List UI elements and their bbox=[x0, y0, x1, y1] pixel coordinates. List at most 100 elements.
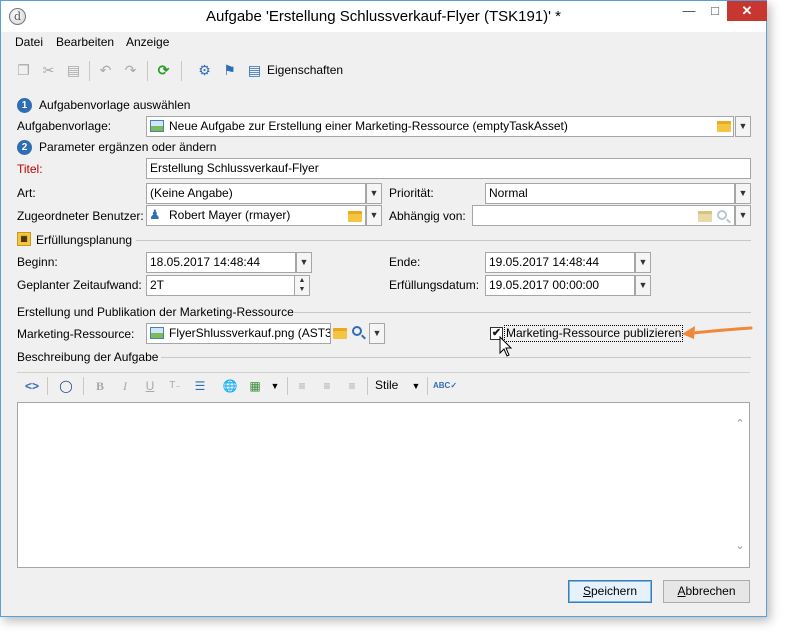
minimize-button[interactable]: — bbox=[676, 1, 702, 21]
description-editor[interactable]: ⌃ ⌄ bbox=[17, 402, 750, 568]
properties-icon[interactable]: ▤ bbox=[246, 62, 263, 79]
task-window: d Aufgabe 'Erstellung Schlussverkauf-Fly… bbox=[0, 0, 767, 617]
title-input[interactable]: Erstellung Schlussverkauf-Flyer bbox=[146, 158, 751, 179]
insert-image-icon[interactable]: ▦ bbox=[246, 377, 264, 395]
toolbar: ❐ ✂ ▤ ↶ ↷ ⟳ ⚙ ⚑ ▤ Eigenschaften bbox=[1, 53, 766, 87]
end-date-dropdown-button[interactable]: ▼ bbox=[635, 252, 651, 273]
toolbar-separator bbox=[181, 61, 182, 81]
resource-value: FlyerShlussverkauf.png (AST32 bbox=[169, 326, 331, 340]
start-label: Beginn: bbox=[17, 255, 58, 269]
type-select[interactable]: (Keine Angabe) bbox=[146, 183, 366, 204]
insert-link-icon[interactable]: 🌐 bbox=[221, 377, 239, 395]
priority-value: Normal bbox=[489, 186, 528, 200]
asset-template-icon bbox=[150, 120, 164, 132]
end-date-input[interactable]: 19.05.2017 14:48:44 bbox=[485, 252, 635, 273]
bold-icon[interactable]: B bbox=[91, 377, 109, 395]
align-left-icon[interactable]: ≡ bbox=[293, 377, 311, 395]
completion-label: Erfüllungsdatum: bbox=[389, 278, 480, 292]
paste-icon[interactable]: ▤ bbox=[65, 62, 82, 79]
annotation-arrow-icon bbox=[682, 326, 753, 339]
publish-checkbox-label[interactable]: Marketing-Ressource publizieren bbox=[504, 325, 684, 342]
step-2-badge: 2 bbox=[17, 140, 32, 155]
folder-icon[interactable] bbox=[698, 211, 712, 222]
planning-heading: Erfüllungsplanung bbox=[36, 233, 133, 247]
depends-field[interactable] bbox=[472, 205, 735, 226]
find-binoculars-icon[interactable]: ◯ bbox=[57, 377, 75, 395]
menu-anzeige[interactable]: Anzeige bbox=[126, 35, 169, 49]
depends-label: Abhängig von: bbox=[389, 209, 466, 223]
scroll-up-icon[interactable]: ⌃ bbox=[733, 417, 747, 431]
copy-icon[interactable]: ❐ bbox=[15, 62, 32, 79]
mouse-cursor-icon bbox=[499, 336, 513, 357]
cancel-button[interactable]: Abbrechen bbox=[663, 580, 750, 603]
italic-icon[interactable]: I bbox=[116, 377, 134, 395]
spellcheck-icon[interactable]: ABC✓ bbox=[433, 377, 457, 395]
toolbar-separator bbox=[427, 377, 428, 395]
effort-label: Geplanter Zeitaufwand: bbox=[17, 278, 142, 292]
section-divider bbox=[136, 240, 751, 241]
properties-button-label[interactable]: Eigenschaften bbox=[267, 63, 343, 77]
calendar-icon: ▦ bbox=[17, 232, 31, 246]
resource-dropdown-button[interactable]: ▼ bbox=[369, 323, 385, 344]
effort-spinner[interactable]: ▲ ▼ bbox=[294, 275, 310, 296]
bullet-list-icon[interactable]: ☰ bbox=[191, 377, 209, 395]
scroll-down-icon[interactable]: ⌄ bbox=[733, 539, 747, 553]
rich-text-toolbar: <> ◯ B I U T₋ ☰ 🌐 ▦ ▼ ≡ ≡ ≡ Stile ▼ ABC✓ bbox=[17, 372, 750, 398]
start-date-dropdown-button[interactable]: ▼ bbox=[296, 252, 312, 273]
close-button[interactable]: ✕ bbox=[727, 1, 767, 21]
refresh-icon[interactable]: ⟳ bbox=[155, 62, 172, 79]
template-field[interactable]: Neue Aufgabe zur Erstellung einer Market… bbox=[146, 116, 734, 137]
type-dropdown-button[interactable]: ▼ bbox=[366, 183, 382, 204]
start-date-input[interactable]: 18.05.2017 14:48:44 bbox=[146, 252, 296, 273]
search-icon[interactable] bbox=[352, 326, 362, 336]
redo-icon[interactable]: ↷ bbox=[122, 62, 139, 79]
assignee-dropdown-button[interactable]: ▼ bbox=[366, 205, 382, 226]
window-title: Aufgabe 'Erstellung Schlussverkauf-Flyer… bbox=[205, 8, 562, 25]
search-icon[interactable] bbox=[717, 210, 727, 220]
cut-icon[interactable]: ✂ bbox=[40, 62, 57, 79]
title-label: Titel: bbox=[17, 162, 43, 176]
toolbar-separator bbox=[287, 377, 288, 395]
menu-bar: Datei Bearbeiten Anzeige bbox=[1, 32, 766, 52]
template-dropdown-button[interactable]: ▼ bbox=[735, 116, 751, 137]
menu-bearbeiten[interactable]: Bearbeiten bbox=[56, 35, 114, 49]
toolbar-separator bbox=[83, 377, 84, 395]
align-center-icon[interactable]: ≡ bbox=[318, 377, 336, 395]
folder-icon[interactable] bbox=[333, 328, 347, 339]
template-value: Neue Aufgabe zur Erstellung einer Market… bbox=[169, 119, 568, 133]
image-dropdown-icon[interactable]: ▼ bbox=[266, 377, 284, 395]
title-bar[interactable]: d Aufgabe 'Erstellung Schlussverkauf-Fly… bbox=[1, 1, 767, 32]
user-icon: ♟ bbox=[149, 207, 161, 222]
title-value: Erstellung Schlussverkauf-Flyer bbox=[150, 161, 319, 175]
clear-format-icon[interactable]: T₋ bbox=[166, 377, 184, 395]
depends-dropdown-button[interactable]: ▼ bbox=[735, 205, 751, 226]
maximize-button[interactable]: □ bbox=[702, 1, 728, 21]
description-scrollbar[interactable]: ⌃ ⌄ bbox=[731, 403, 749, 567]
effort-value: 2T bbox=[150, 278, 165, 292]
undo-icon[interactable]: ↶ bbox=[97, 62, 114, 79]
section-divider bbox=[293, 312, 751, 313]
completion-date-dropdown-button[interactable]: ▼ bbox=[635, 275, 651, 296]
style-select[interactable]: Stile bbox=[375, 378, 398, 392]
folder-icon[interactable] bbox=[348, 211, 362, 222]
priority-select[interactable]: Normal bbox=[485, 183, 735, 204]
save-button[interactable]: Speichern bbox=[568, 580, 652, 603]
resource-label: Marketing-Ressource: bbox=[17, 327, 135, 341]
toolbar-separator bbox=[367, 377, 368, 395]
source-code-icon[interactable]: <> bbox=[23, 377, 41, 395]
style-dropdown-icon[interactable]: ▼ bbox=[407, 377, 425, 395]
workflow-icon[interactable]: ⚑ bbox=[221, 62, 238, 79]
settings-icon[interactable]: ⚙ bbox=[196, 62, 213, 79]
underline-icon[interactable]: U bbox=[141, 377, 159, 395]
folder-icon[interactable] bbox=[717, 121, 731, 132]
completion-date-input[interactable]: 19.05.2017 00:00:00 bbox=[485, 275, 635, 296]
type-label: Art: bbox=[17, 186, 36, 200]
resource-field[interactable]: FlyerShlussverkauf.png (AST32 bbox=[146, 323, 331, 344]
priority-dropdown-button[interactable]: ▼ bbox=[735, 183, 751, 204]
align-right-icon[interactable]: ≡ bbox=[343, 377, 361, 395]
step-1-heading: Aufgabenvorlage auswählen bbox=[39, 98, 191, 112]
assignee-field[interactable]: Robert Mayer (rmayer) bbox=[146, 205, 366, 226]
effort-input[interactable]: 2T bbox=[146, 275, 296, 296]
menu-datei[interactable]: Datei bbox=[15, 35, 43, 49]
toolbar-separator bbox=[147, 61, 148, 81]
